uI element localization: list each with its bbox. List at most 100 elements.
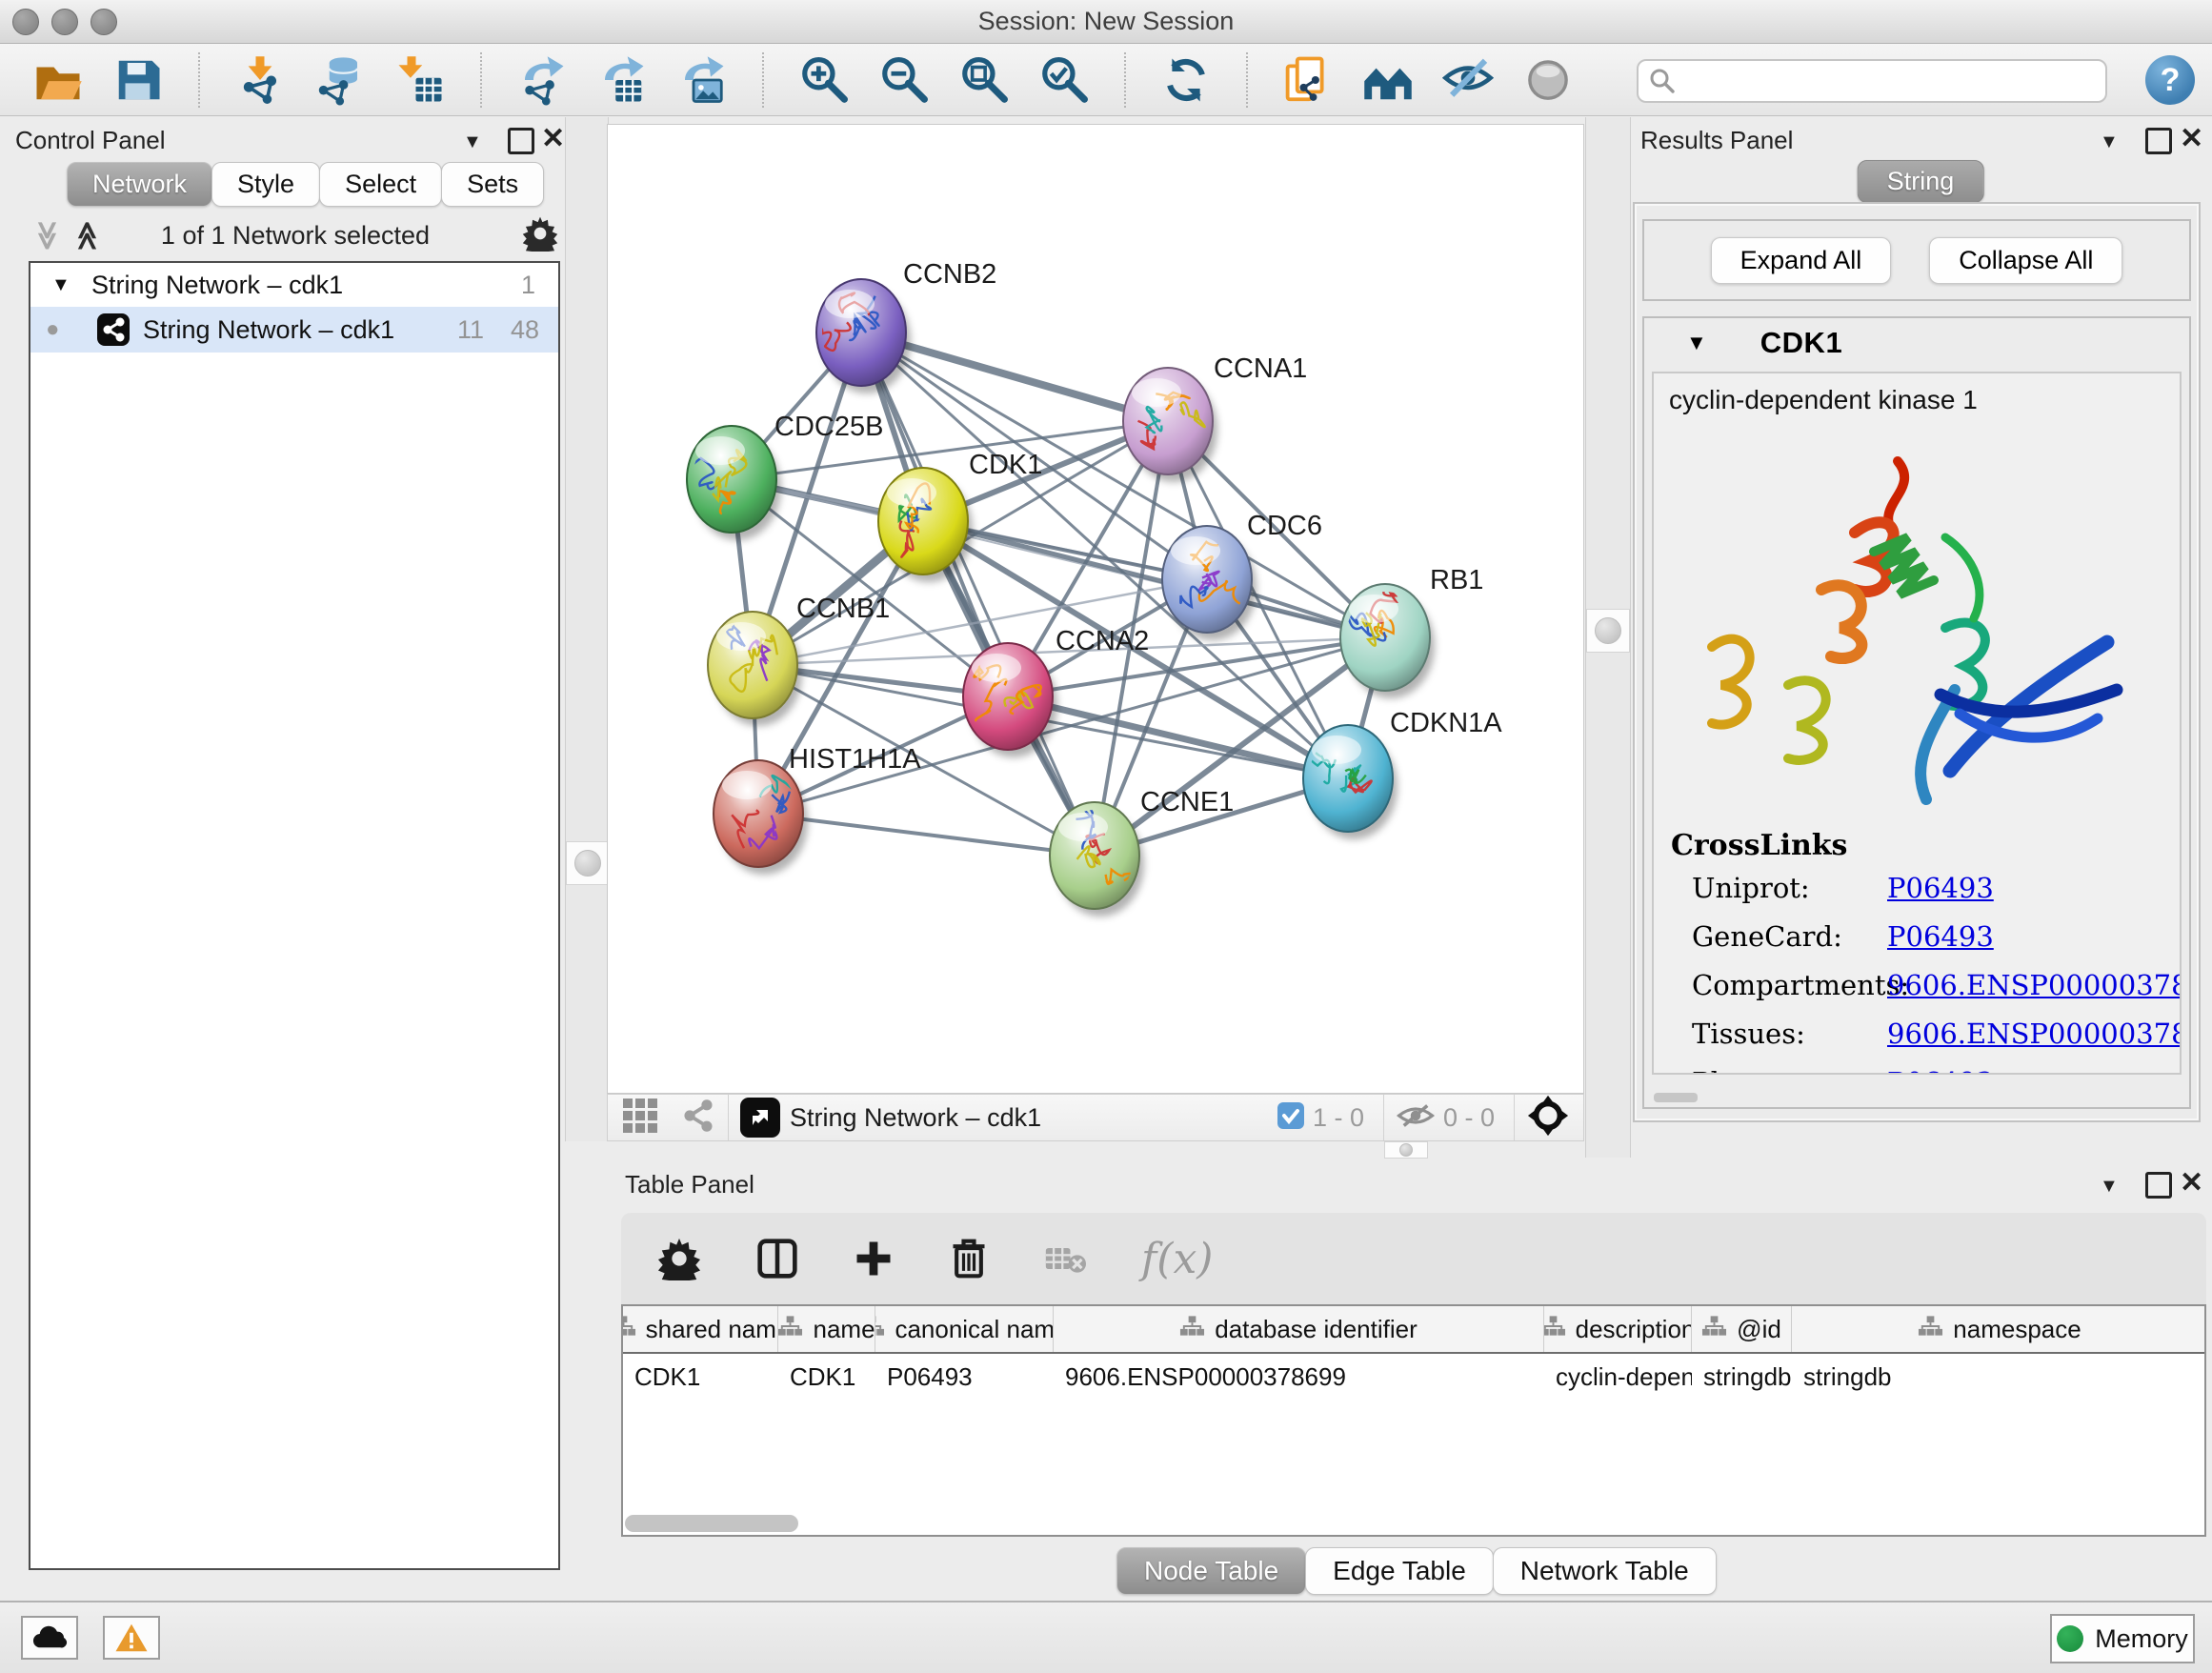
crosslink-link[interactable]: P06493 [1887, 920, 2182, 953]
edge-HIST1H1A-CCNE1[interactable] [758, 814, 1095, 856]
edge-CCNB2-CCNE1[interactable] [861, 333, 1095, 856]
node-RB1[interactable]: RB1 [1340, 565, 1483, 698]
table-cell[interactable]: P06493 [875, 1362, 1054, 1392]
export-network-icon[interactable] [516, 54, 568, 106]
duplicate-network-icon[interactable] [1282, 54, 1334, 106]
tab-network[interactable]: Network [67, 162, 212, 207]
node-CCNE1[interactable]: CCNE1 [1050, 787, 1234, 917]
tab-network-table[interactable]: Network Table [1493, 1547, 1717, 1595]
selected-nodes-checkbox[interactable] [1277, 1101, 1305, 1135]
hide-selected-icon[interactable] [1442, 54, 1494, 106]
import-network-file-icon[interactable] [234, 54, 286, 106]
column-header-database-identifier[interactable]: database identifier [1054, 1306, 1544, 1352]
table-panel-menu-icon[interactable]: ▼ [2100, 1172, 2119, 1199]
cloud-icon [31, 1624, 68, 1651]
table-options-gear-icon[interactable] [657, 1237, 701, 1280]
zoom-fit-icon[interactable] [958, 54, 1010, 106]
column-header-description[interactable]: description [1544, 1306, 1692, 1352]
hidden-eye-icon[interactable] [1396, 1099, 1436, 1137]
right-splitter-handle[interactable] [1586, 609, 1630, 653]
right-splitter[interactable] [1585, 117, 1631, 1158]
network-options-gear-icon[interactable] [522, 215, 558, 258]
node-result-header[interactable]: ▼ CDK1 [1644, 318, 2189, 368]
create-column-icon[interactable] [854, 1239, 894, 1279]
table-hscrollbar-thumb[interactable] [625, 1515, 798, 1532]
node-CDKN1A[interactable]: CDKN1A [1303, 708, 1502, 839]
table-cell[interactable]: CDK1 [778, 1362, 875, 1392]
memory-button[interactable]: Memory [2050, 1614, 2195, 1663]
crosslink-link[interactable]: 9606.ENSP00000378699 [1887, 969, 2182, 1001]
refresh-icon[interactable] [1160, 54, 1212, 106]
column-header--id[interactable]: @id [1692, 1306, 1792, 1352]
zoom-in-icon[interactable] [798, 54, 850, 106]
column-header-namespace[interactable]: namespace [1792, 1306, 2206, 1352]
grid-view-icon[interactable] [621, 1097, 659, 1139]
fit-selected-crosshair-icon[interactable] [1526, 1094, 1570, 1142]
show-graphics-details-icon[interactable] [1522, 54, 1574, 106]
crosslink-link[interactable]: P06493 [1887, 1066, 2182, 1075]
crosslink-link[interactable]: 9606.ENSP00000378699 [1887, 1018, 2182, 1050]
table-cell[interactable]: CDK1 [623, 1362, 778, 1392]
table-cell[interactable]: stringdb [1792, 1362, 2206, 1392]
column-header-canonical-name[interactable]: canonical name [875, 1306, 1054, 1352]
table-panel-float-icon[interactable] [2145, 1171, 2172, 1199]
tab-sets[interactable]: Sets [441, 162, 544, 207]
node-CDC6[interactable]: CDC6 [1162, 511, 1322, 640]
help-button[interactable]: ? [2145, 55, 2195, 105]
network-row[interactable]: ● String Network – cdk1 11 48 [30, 307, 558, 353]
table-panel-close-icon[interactable]: ✕ [2180, 1166, 2203, 1199]
zoom-out-icon[interactable] [878, 54, 930, 106]
tab-select[interactable]: Select [319, 162, 442, 207]
table-cell[interactable]: cyclin-dependent ... [1544, 1362, 1692, 1392]
toolbar-separator [762, 52, 764, 108]
tab-node-table[interactable]: Node Table [1116, 1547, 1306, 1595]
share-network-icon[interactable] [680, 1098, 716, 1139]
results-scrollbar-thumb[interactable] [1654, 1093, 1698, 1102]
delete-column-icon[interactable] [949, 1238, 989, 1280]
open-session-icon[interactable] [32, 54, 84, 106]
left-splitter-handle[interactable] [566, 841, 610, 885]
tab-string[interactable]: String [1858, 160, 1984, 203]
cloud-button[interactable] [21, 1616, 78, 1660]
column-header-shared-name[interactable]: shared name [623, 1306, 778, 1352]
results-panel-float-icon[interactable] [2145, 127, 2172, 154]
control-panel-float-icon[interactable] [508, 127, 534, 154]
search-box[interactable] [1637, 59, 2107, 103]
control-panel-close-icon[interactable]: ✕ [541, 122, 565, 155]
export-image-icon[interactable] [676, 54, 728, 106]
birdseye-view-button[interactable] [740, 1098, 780, 1138]
export-table-icon[interactable] [596, 54, 648, 106]
show-column-panel-icon[interactable] [756, 1238, 798, 1280]
node-HIST1H1A[interactable]: HIST1H1A [714, 744, 921, 875]
node-CDK1[interactable]: CDK1 [878, 450, 1042, 582]
warnings-button[interactable] [103, 1616, 160, 1660]
results-panel-menu-icon[interactable]: ▼ [2100, 128, 2119, 154]
search-input[interactable] [1684, 62, 2105, 100]
import-table-file-icon[interactable] [394, 54, 446, 106]
collection-count: 1 [521, 263, 535, 307]
expand-all-button[interactable]: Expand All [1711, 237, 1892, 284]
node-CCNA1[interactable]: CCNA1 [1123, 353, 1307, 482]
node-disclosure-icon[interactable]: ▼ [1686, 331, 1707, 355]
left-splitter[interactable] [565, 117, 609, 1141]
search-icon [1648, 67, 1677, 95]
collapse-all-button[interactable]: Collapse All [1929, 237, 2122, 284]
results-panel-close-icon[interactable]: ✕ [2180, 122, 2203, 155]
collection-disclosure-icon[interactable]: ▼ [51, 263, 70, 307]
network-collection-row[interactable]: ▼ String Network – cdk1 1 [30, 263, 558, 307]
table-row[interactable]: CDK1CDK1P064939606.ENSP00000378699cyclin… [623, 1354, 2204, 1400]
node-table[interactable]: shared namenamecanonical namedatabase id… [621, 1304, 2206, 1537]
import-network-database-icon[interactable] [314, 54, 366, 106]
column-header-name[interactable]: name [778, 1306, 875, 1352]
save-session-icon[interactable] [112, 54, 164, 106]
crosslink-link[interactable]: P06493 [1887, 872, 2182, 904]
network-canvas[interactable]: CCNB2 CCNA1 CDC25B CDK1 CDC6 [607, 124, 1584, 1094]
zoom-selected-icon[interactable] [1038, 54, 1090, 106]
bottom-splitter-handle[interactable] [1384, 1141, 1428, 1159]
table-cell[interactable]: 9606.ENSP00000378699 [1054, 1362, 1544, 1392]
control-panel-menu-icon[interactable]: ▼ [463, 128, 482, 154]
table-cell[interactable]: stringdb:9... [1692, 1362, 1792, 1392]
tab-style[interactable]: Style [211, 162, 320, 207]
first-neighbors-icon[interactable] [1362, 54, 1414, 106]
tab-edge-table[interactable]: Edge Table [1305, 1547, 1494, 1595]
